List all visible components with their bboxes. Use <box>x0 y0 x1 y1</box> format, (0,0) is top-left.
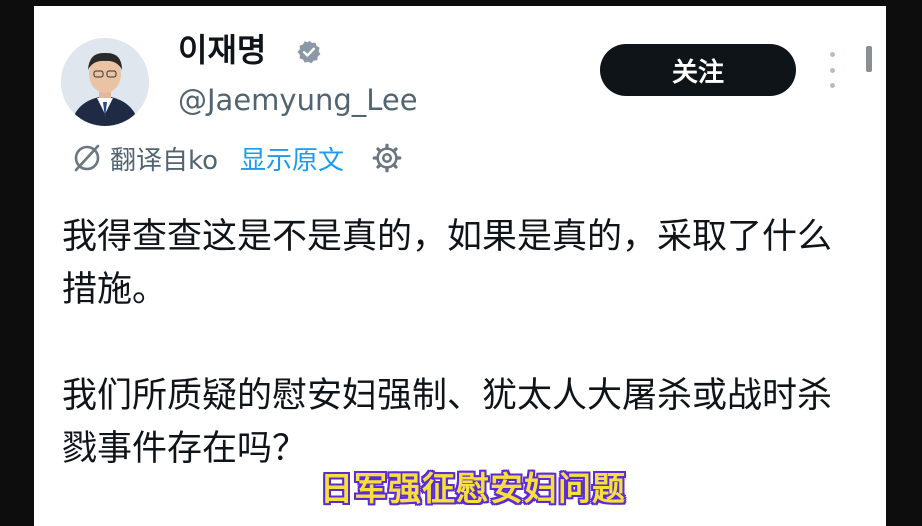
tweet-card: 이재명 @Jaemyung_Lee 关注 翻译自ko 显示原文 我得查查这是不是… <box>34 6 886 526</box>
tweet-paragraph-2: 我们所质疑的慰安妇强制、犹太人大屠杀或战时杀戮事件存在吗？ <box>62 376 833 469</box>
more-options-icon[interactable] <box>820 52 844 88</box>
video-subtitle: 日军强征慰安妇问题 <box>320 469 626 508</box>
scrollbar-thumb[interactable] <box>866 46 872 72</box>
translation-bar: 翻译自ko 显示原文 <box>70 140 402 177</box>
tweet-text: 我得查查这是不是真的，如果是真的，采取了什么措施。 我们所质疑的慰安妇强制、犹太… <box>62 211 852 476</box>
avatar[interactable] <box>61 38 149 126</box>
tweet-paragraph-1: 我得查查这是不是真的，如果是真的，采取了什么措施。 <box>62 217 833 310</box>
follow-button[interactable]: 关注 <box>600 44 796 96</box>
translated-from-label: 翻译自ko <box>110 145 219 176</box>
show-original-link[interactable]: 显示原文 <box>240 140 344 177</box>
display-name[interactable]: 이재명 <box>178 30 266 70</box>
user-handle[interactable]: @Jaemyung_Lee <box>178 82 418 118</box>
gear-icon[interactable] <box>372 143 402 173</box>
translate-icon <box>74 144 100 172</box>
verified-badge-icon <box>297 40 321 64</box>
